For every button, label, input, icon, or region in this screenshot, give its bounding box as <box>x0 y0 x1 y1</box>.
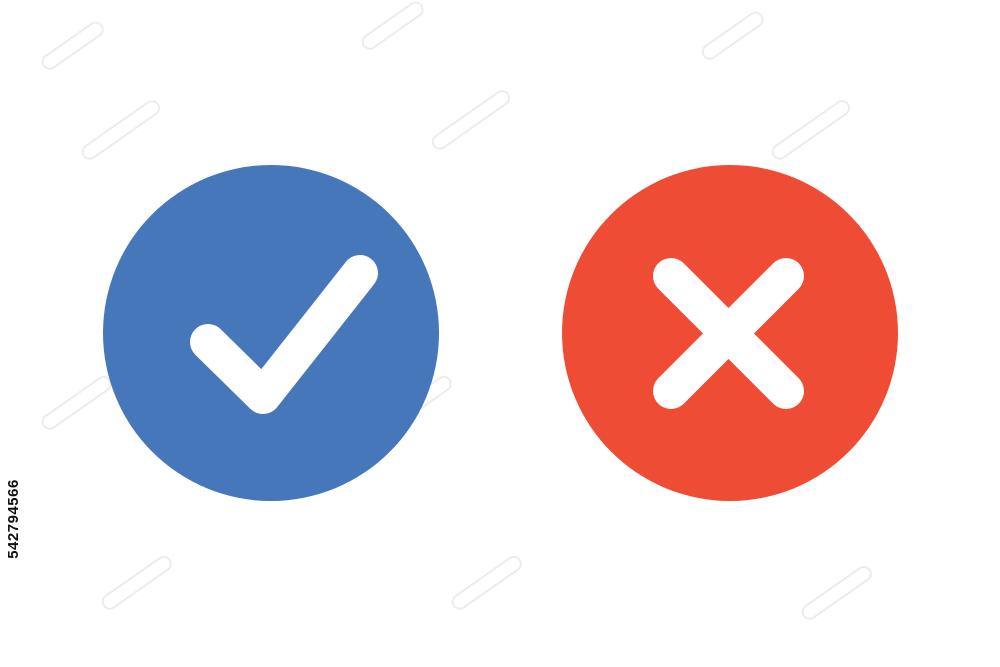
icons-illustration <box>103 165 898 501</box>
check-icon-circle <box>103 165 439 501</box>
image-canvas: 542794566 <box>0 0 1000 667</box>
stock-id-label: 542794566 <box>5 479 22 559</box>
check-icon <box>103 165 439 501</box>
cross-icon <box>562 165 898 501</box>
